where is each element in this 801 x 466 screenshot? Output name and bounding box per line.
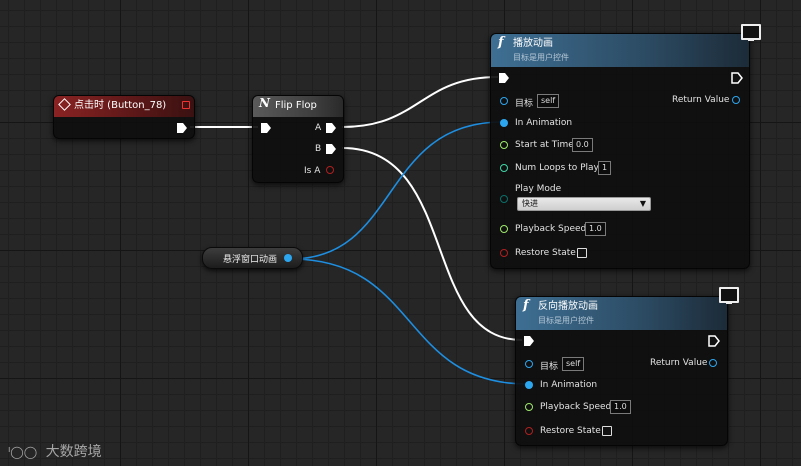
start-at-time-pin[interactable] [500, 141, 508, 149]
flipflop-header: N Flip Flop [253, 96, 343, 117]
playback-speed-value[interactable]: 1.0 [585, 222, 606, 236]
playback-speed-pin[interactable] [525, 403, 533, 411]
target-value[interactable]: self [562, 357, 585, 371]
restore-state-pin[interactable] [525, 427, 533, 435]
flipflop-node[interactable]: N Flip Flop A B Is A [252, 95, 344, 183]
output-a-label: A [315, 123, 322, 133]
num-loops-pin[interactable] [500, 164, 508, 172]
reverse-animation-subtitle: 目标是用户控件 [538, 316, 594, 325]
start-at-time-label: Start at Time [515, 140, 574, 150]
object-wire-to-reverse-animation [290, 258, 528, 385]
play-animation-title: 播放动画 [513, 38, 553, 49]
watermark-text: 大数跨境 [45, 444, 102, 460]
target-label: 目标 [515, 99, 534, 109]
playback-speed-label: Playback Speed [540, 402, 612, 412]
reverse-animation-node[interactable]: f 反向播放动画 目标是用户控件 目标 self Return Value In… [515, 287, 739, 446]
playback-speed-pin[interactable] [500, 225, 508, 233]
play-mode-dropdown[interactable]: 快进 ▼ [517, 197, 651, 211]
output-is-a-label: Is A [304, 166, 321, 176]
restore-state-label: Restore State [540, 426, 601, 436]
playback-speed-label: Playback Speed [515, 224, 587, 234]
exec-out-a-pin[interactable] [325, 122, 337, 134]
exec-in-pin[interactable] [498, 72, 510, 84]
return-value-label: Return Value [650, 358, 708, 368]
num-loops-label: Num Loops to Play [515, 163, 599, 173]
exec-wire-a-to-play [341, 76, 499, 128]
return-value-label: Return Value [672, 95, 730, 105]
event-node-header: 点击时 (Button_78) [54, 96, 194, 117]
play-mode-value: 快进 [522, 199, 538, 208]
exec-out-pin[interactable] [708, 335, 720, 347]
function-icon: f [523, 298, 529, 313]
is-a-bool-pin[interactable] [326, 166, 334, 174]
event-diamond-icon [58, 98, 71, 111]
play-animation-node[interactable]: f 播放动画 目标是用户控件 目标 self Return Value In A… [490, 24, 761, 269]
reverse-animation-title: 反向播放动画 [538, 301, 598, 312]
in-animation-label: In Animation [515, 118, 573, 128]
target-pin[interactable] [525, 360, 533, 368]
exec-in-pin[interactable] [260, 122, 272, 134]
variable-node-hover-animation[interactable]: 悬浮窗口动画 [202, 247, 303, 269]
play-animation-subtitle: 目标是用户控件 [513, 53, 569, 62]
restore-state-checkbox[interactable] [577, 248, 587, 258]
variable-label: 悬浮窗口动画 [223, 255, 278, 265]
target-label: 目标 [540, 362, 559, 372]
target-value[interactable]: self [537, 94, 560, 108]
play-mode-pin[interactable] [500, 195, 508, 203]
macro-n-icon: N [259, 96, 270, 110]
watermark: ᑊ◯◯ 大数跨境 [8, 441, 102, 461]
delegate-pin-icon[interactable] [182, 101, 190, 109]
exec-out-pin[interactable] [731, 72, 743, 84]
play-mode-label: Play Mode [515, 184, 562, 194]
in-animation-pin[interactable] [525, 381, 533, 389]
watermark-logo-icon: ᑊ◯◯ [8, 445, 38, 459]
function-icon: f [498, 35, 504, 50]
exec-out-pin[interactable] [176, 122, 188, 134]
target-pin[interactable] [500, 97, 508, 105]
restore-state-checkbox[interactable] [602, 426, 612, 436]
return-value-pin[interactable] [732, 96, 740, 104]
event-node-title: 点击时 (Button_78) [74, 100, 167, 111]
restore-state-pin[interactable] [500, 249, 508, 257]
monitor-icon [741, 24, 761, 41]
restore-state-label: Restore State [515, 248, 576, 258]
return-value-pin[interactable] [709, 359, 717, 367]
monitor-icon [719, 287, 739, 304]
in-animation-pin[interactable] [500, 119, 508, 127]
exec-in-pin[interactable] [523, 335, 535, 347]
output-b-label: B [315, 144, 322, 154]
variable-output-pin[interactable] [284, 254, 292, 262]
in-animation-label: In Animation [540, 380, 598, 390]
event-node-button-click[interactable]: 点击时 (Button_78) [53, 95, 195, 139]
chevron-down-icon: ▼ [639, 199, 646, 208]
play-animation-header: f 播放动画 目标是用户控件 [491, 34, 749, 67]
exec-out-b-pin[interactable] [325, 143, 337, 155]
reverse-animation-header: f 反向播放动画 目标是用户控件 [516, 297, 727, 330]
start-at-time-value[interactable]: 0.0 [572, 138, 593, 152]
flipflop-title: Flip Flop [275, 100, 317, 111]
playback-speed-value[interactable]: 1.0 [610, 400, 631, 414]
num-loops-value[interactable]: 1 [598, 161, 612, 175]
